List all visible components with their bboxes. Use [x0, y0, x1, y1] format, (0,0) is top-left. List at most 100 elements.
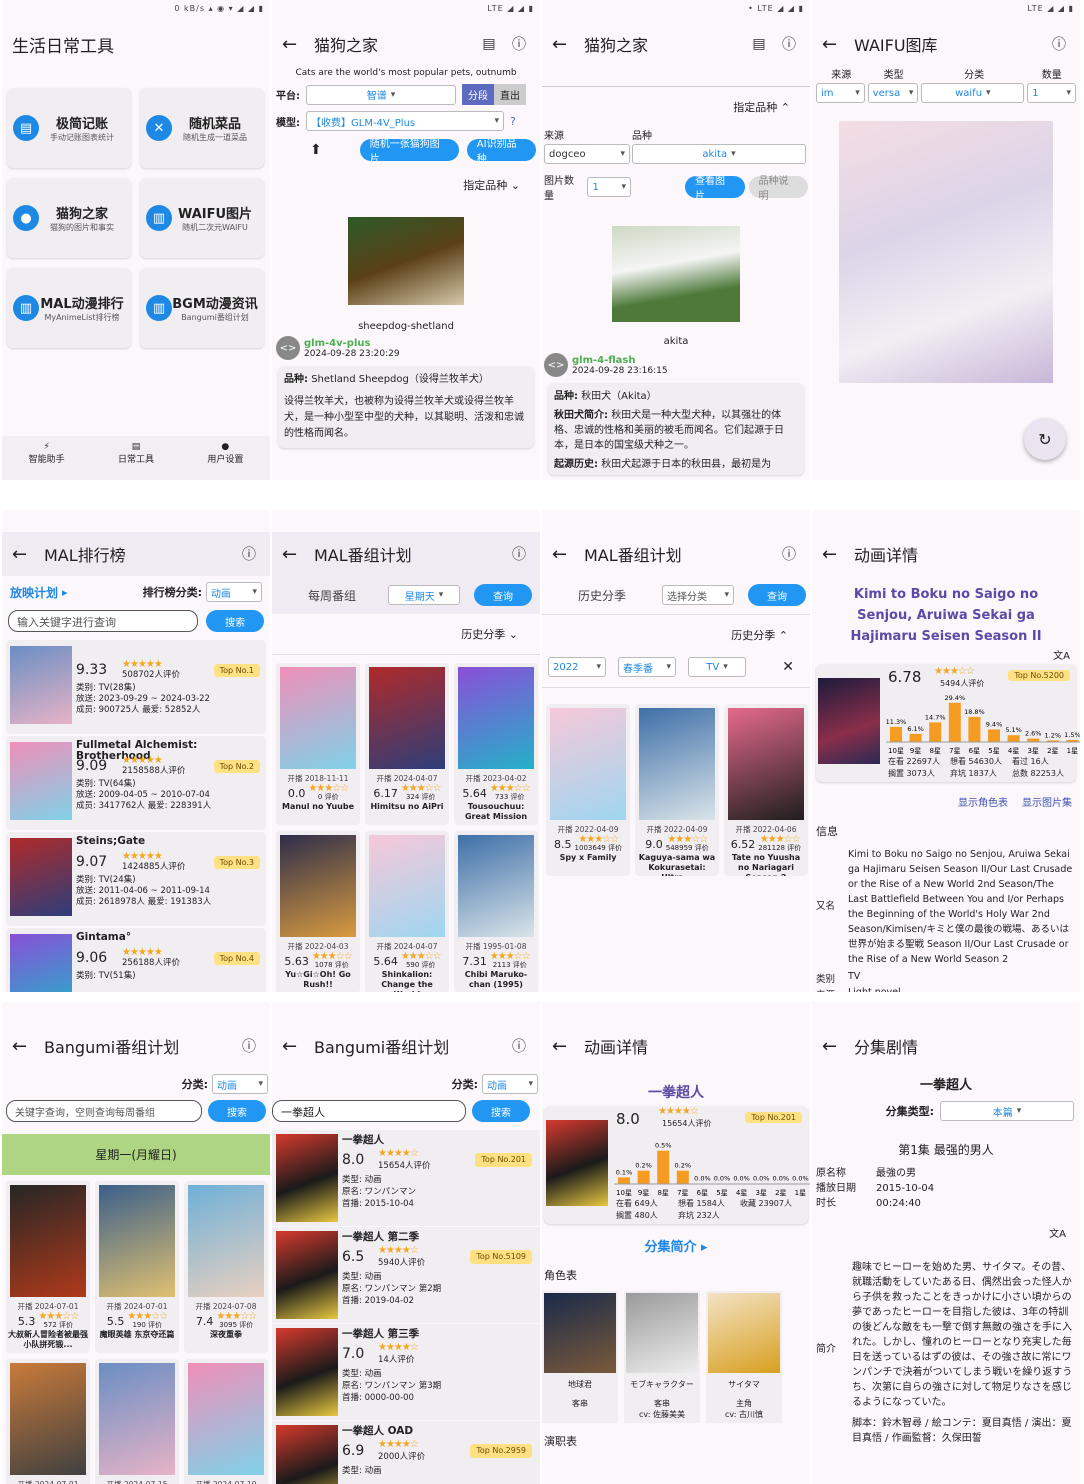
anime-card[interactable]: 开播 2024-07-01 5.5 ★★★☆☆ 190 评价 魔眼英雄 东京夺还篇 — [95, 1181, 179, 1353]
category-select[interactable]: 动画 — [212, 1074, 268, 1094]
info-icon[interactable]: ⓘ — [238, 1036, 260, 1056]
episode-link[interactable]: 分集简介 ▸ — [542, 1226, 810, 1265]
upload-icon[interactable]: ⬆ — [310, 142, 322, 158]
count-select[interactable]: 1 — [1027, 83, 1077, 103]
back-icon[interactable]: ← — [822, 1036, 846, 1057]
info-icon[interactable]: ⓘ — [508, 34, 530, 54]
anime-card[interactable]: 开播 2024-07-08 7.4 ★★★☆☆ 3095 评价 深夜重拳 — [184, 1181, 268, 1353]
breed-expander[interactable]: 指定品种 ⌄ — [272, 167, 540, 203]
show-characters-link[interactable]: 显示角色表 — [958, 798, 1008, 809]
platform-select[interactable]: 智谱 — [306, 84, 456, 105]
tile-random-dish[interactable]: ✕ 随机菜品 随机生成一道菜品 — [140, 88, 264, 168]
tile-bgm[interactable]: ▥ BGM动漫资讯 Bangumi番组计划 — [140, 268, 264, 348]
anime-card[interactable]: 开播 2024-07-15★★★☆☆ — [95, 1359, 179, 1484]
search-button[interactable]: 搜索 — [206, 610, 264, 632]
anime-card[interactable]: 开播 2024-07-01★★★☆☆ — [6, 1359, 90, 1484]
character-card[interactable]: モブキャラクター 客串 cv: 佐藤美美 — [624, 1291, 700, 1423]
back-icon[interactable]: ← — [12, 1036, 36, 1057]
nav-tools[interactable]: ▤ 日常工具 — [118, 442, 154, 480]
translate-icon[interactable]: 文A — [812, 1211, 1080, 1250]
day-select[interactable]: 星期天 — [388, 585, 460, 605]
ranking-item[interactable]: Steins;Gate 9.07 ★★★★★ 1424885人评价 Top No.3 类别… — [6, 832, 266, 926]
tile-bookkeeping[interactable]: ▤ 极简记账 手动记账图表统计 — [7, 88, 131, 168]
segmented-mode[interactable]: 分段 — [462, 84, 494, 105]
breed-expander[interactable]: 指定品种 ⌃ — [542, 86, 810, 127]
count-select[interactable]: 1 — [587, 177, 632, 197]
ai-breed-button[interactable]: AI识别品种 — [466, 139, 536, 165]
search-input[interactable]: 输入关键字进行查询 — [8, 610, 199, 632]
translate-icon[interactable]: 文A — [812, 647, 1080, 662]
info-icon[interactable]: ⓘ — [778, 34, 800, 54]
search-input[interactable]: 关键字查询，空则查询每周番组 — [6, 1100, 202, 1122]
anime-card[interactable]: 开播 2023-04-02 5.64 ★★★☆☆ 733 评价 Tousouchuu: … — [454, 663, 538, 825]
nav-assistant[interactable]: ⚡ 智能助手 — [29, 442, 65, 480]
anime-card[interactable]: 开播 2022-04-03 5.63 ★★★☆☆ 1078 评价 Yu☆Gi☆Oh! G… — [276, 831, 360, 992]
plan-link[interactable]: 放映计划 — [10, 584, 58, 601]
type-select[interactable]: TV — [688, 657, 746, 677]
category-select[interactable]: waifu — [921, 83, 1025, 103]
character-card[interactable]: サイタマ 主角 cv: 古川慎 — [706, 1291, 782, 1423]
anime-card[interactable]: 开播 2022-04-09 8.5 ★★★☆☆ 1003649 评价 Spy x Fam… — [546, 704, 630, 876]
list-icon[interactable]: ▤ — [478, 36, 500, 52]
back-icon[interactable]: ← — [552, 544, 576, 565]
source-select[interactable]: dogceo — [544, 144, 630, 164]
direct-mode[interactable]: 直出 — [494, 84, 526, 105]
category-select[interactable]: 动画 — [482, 1074, 538, 1094]
back-icon[interactable]: ← — [282, 1036, 306, 1057]
nav-settings[interactable]: ● 用户设置 — [207, 442, 243, 480]
random-pet-button[interactable]: 随机一张猫狗图片 — [359, 139, 459, 165]
year-select[interactable]: 2022 — [548, 657, 606, 677]
back-icon[interactable]: ← — [552, 1036, 576, 1057]
close-icon[interactable]: ✕ — [782, 659, 794, 675]
category-select[interactable]: 动画 — [206, 582, 262, 602]
back-icon[interactable]: ← — [282, 34, 306, 55]
show-images-link[interactable]: 显示图片集 — [1022, 798, 1072, 809]
model-select[interactable]: 【收费】GLM-4V_Plus — [306, 111, 504, 131]
search-button[interactable]: 搜索 — [208, 1100, 266, 1122]
query-button[interactable]: 查询 — [748, 584, 806, 606]
ranking-item[interactable]: Gintama° 9.06 ★★★★★ 256188人评价 Top No.4 类别: TV… — [6, 928, 266, 992]
ranking-item[interactable]: 9.33 ★★★★★ 508702人评价 Top No.1 类别: TV(28集) 放送:… — [6, 640, 266, 734]
view-image-button[interactable]: 查看图片 — [685, 176, 745, 202]
refresh-button[interactable]: ↻ — [1024, 418, 1066, 460]
back-icon[interactable]: ← — [12, 544, 36, 565]
anime-card[interactable]: 开播 2024-04-07 6.17 ★★★☆☆ 324 评价 Himitsu no A… — [365, 663, 449, 825]
back-icon[interactable]: ← — [822, 544, 846, 565]
anime-card[interactable]: 开播 2024-07-10★★★☆☆ — [184, 1359, 268, 1484]
back-icon[interactable]: ← — [282, 544, 306, 565]
search-button[interactable]: 搜索 — [472, 1100, 530, 1122]
result-item[interactable]: 一拳超人 第三季 7.0 ★★★★☆ 14人评价 类型: 动画 原名: ワンパンマン 第3… — [272, 1324, 540, 1420]
tile-cat-dog[interactable]: ● 猫狗之家 猫狗的图片和事实 — [7, 178, 131, 258]
info-icon[interactable]: ⓘ — [238, 544, 260, 564]
result-item[interactable]: 一拳超人 8.0 ★★★★☆ 15654人评价 Top No.201 类型: 动画 原名: … — [272, 1130, 540, 1226]
result-item[interactable]: 一拳超人 第二季 6.5 ★★★★☆ 5940人评价 Top No.5109 类型: 动画… — [272, 1227, 540, 1323]
character-card[interactable]: 地球君 客串 — [542, 1291, 618, 1423]
tile-waifu[interactable]: ▥ WAIFU图片 随机二次元WAIFU — [140, 178, 264, 258]
info-icon[interactable]: ⓘ — [778, 544, 800, 564]
query-button[interactable]: 查询 — [474, 584, 532, 606]
breed-select[interactable]: akita — [632, 144, 806, 164]
breed-info-button[interactable]: 品种说明 — [748, 176, 809, 202]
category-select[interactable]: 选择分类 — [662, 585, 734, 605]
anime-card[interactable]: 开播 2024-04-07 5.64 ★★★☆☆ 590 评价 Shinkalion: … — [365, 831, 449, 992]
anime-card[interactable]: 开播 2022-04-09 9.0 ★★★☆☆ 548959 评价 Kaguya-sam… — [635, 704, 719, 876]
anime-card[interactable]: 开播 2022-04-06 6.52 ★★★☆☆ 281128 评价 Tate no Y… — [724, 704, 808, 876]
search-input[interactable]: 一拳超人 — [272, 1100, 466, 1122]
history-expander[interactable]: 历史分季 ⌃ — [542, 615, 810, 655]
info-icon[interactable]: ⓘ — [1048, 34, 1070, 54]
season-select[interactable]: 春季番 — [618, 657, 676, 677]
type-select[interactable]: versa — [867, 83, 919, 103]
history-expander[interactable]: 历史分季 ⌄ — [272, 614, 540, 654]
episode-type-select[interactable]: 本篇 — [940, 1101, 1074, 1121]
back-icon[interactable]: ← — [822, 34, 846, 55]
info-icon[interactable]: ⓘ — [508, 544, 530, 564]
anime-card[interactable]: 开播 2018-11-11 0.0 ★★★☆☆ 0 评价 Manul no Yuube — [276, 663, 360, 825]
ranking-item[interactable]: Fullmetal Alchemist: Brotherhood 9.09 ★★★★… — [6, 736, 266, 830]
back-icon[interactable]: ← — [552, 34, 576, 55]
source-select[interactable]: im — [816, 83, 865, 103]
anime-card[interactable]: 开播 2024-07-01 5.3 ★★★☆☆ 572 评价 大叔新人冒险者被最强小队拼… — [6, 1181, 90, 1353]
tile-mal[interactable]: ▥ MAL动漫排行 MyAnimeList排行榜 — [7, 268, 131, 348]
help-icon[interactable]: ? — [510, 115, 516, 128]
anime-card[interactable]: 开播 1995-01-08 7.31 ★★★☆☆ 2113 评价 Chibi Maruk… — [454, 831, 538, 992]
info-icon[interactable]: ⓘ — [508, 1036, 530, 1056]
